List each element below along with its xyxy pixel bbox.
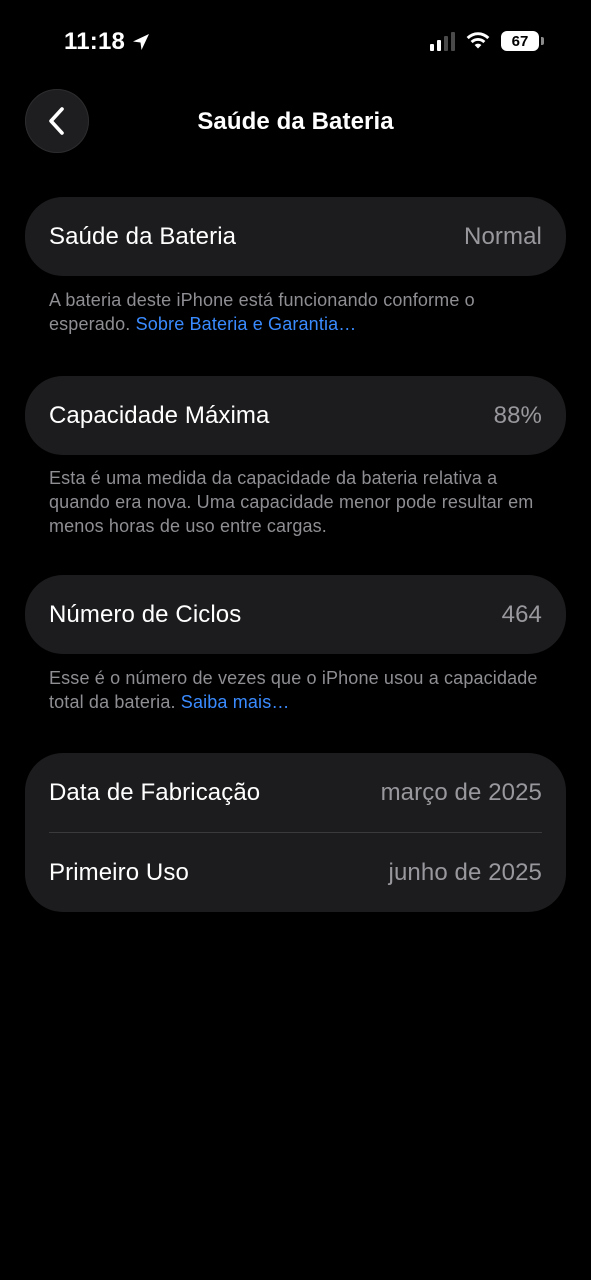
status-time: 11:18 (64, 28, 126, 55)
battery-health-card: Saúde da Bateria Normal (25, 197, 566, 276)
page-title: Saúde da Bateria (197, 108, 394, 135)
manufacture-date-label: Data de Fabricação (49, 778, 261, 806)
max-capacity-footnote: Esta é uma medida da capacidade da bater… (49, 466, 549, 538)
status-bar: 11:18 67 (0, 0, 591, 88)
cycle-count-value: 464 (501, 600, 542, 628)
status-indicators: 67 (430, 31, 544, 51)
battery-health-footnote: A bateria deste iPhone está funcionando … (49, 288, 549, 336)
first-use-label: Primeiro Uso (49, 858, 189, 886)
cycle-count-row: Número de Ciclos 464 (25, 575, 566, 654)
cycle-count-card: Número de Ciclos 464 (25, 575, 566, 654)
max-capacity-row: Capacidade Máxima 88% (25, 376, 566, 455)
status-time-group: 11:18 (64, 28, 151, 56)
battery-health-value: Normal (464, 222, 542, 250)
max-capacity-label: Capacidade Máxima (49, 401, 270, 429)
max-capacity-value: 88% (493, 401, 542, 429)
manufacture-date-value: março de 2025 (380, 778, 542, 806)
cellular-signal-icon (430, 31, 455, 51)
battery-level: 67 (511, 32, 529, 50)
battery-health-row: Saúde da Bateria Normal (25, 197, 566, 276)
first-use-value: junho de 2025 (388, 858, 542, 886)
learn-more-link[interactable]: Saiba mais… (181, 692, 290, 712)
battery-icon: 67 (501, 31, 544, 51)
cycle-count-footnote: Esse é o número de vezes que o iPhone us… (49, 666, 549, 714)
location-arrow-icon (133, 34, 150, 50)
first-use-row: Primeiro Uso junho de 2025 (25, 833, 566, 912)
cycle-count-label: Número de Ciclos (49, 600, 242, 628)
dates-card: Data de Fabricação março de 2025 Primeir… (25, 753, 566, 912)
max-capacity-card: Capacidade Máxima 88% (25, 376, 566, 455)
battery-warranty-link[interactable]: Sobre Bateria e Garantia… (136, 314, 357, 334)
manufacture-date-row: Data de Fabricação março de 2025 (25, 753, 566, 832)
max-capacity-note: Esta é uma medida da capacidade da bater… (49, 468, 534, 536)
battery-health-label: Saúde da Bateria (49, 222, 237, 250)
wifi-icon (466, 32, 490, 49)
cycle-count-note: Esse é o número de vezes que o iPhone us… (49, 668, 538, 712)
